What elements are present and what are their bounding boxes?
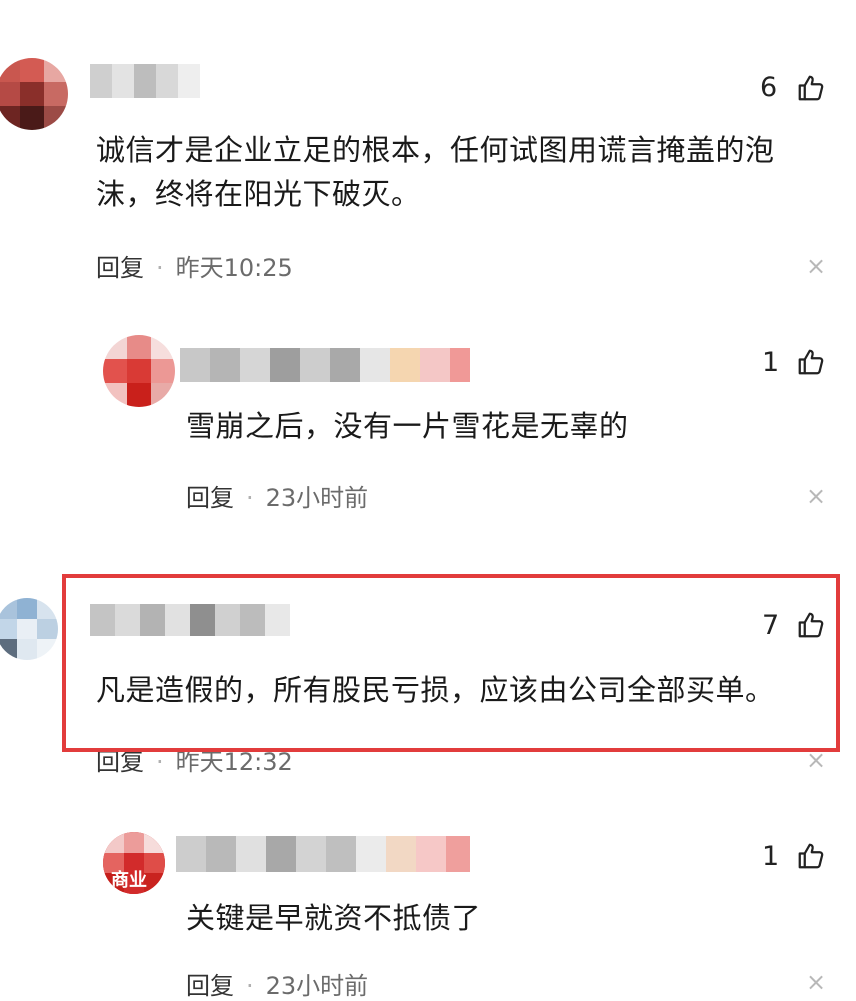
user-avatar[interactable] — [0, 598, 58, 660]
comment-meta: 回复 · 23小时前 — [186, 966, 368, 1001]
separator: · — [156, 254, 164, 282]
thumbs-up-icon[interactable] — [796, 841, 826, 871]
reply-button[interactable]: 回复 — [186, 972, 234, 1000]
user-avatar[interactable] — [0, 58, 68, 130]
reply-button[interactable]: 回复 — [186, 484, 234, 512]
comment-meta: 回复 · 昨天10:25 — [96, 248, 293, 283]
reply-button[interactable]: 回复 — [96, 254, 144, 282]
highlight-box — [62, 574, 840, 752]
thumbs-up-icon[interactable] — [796, 73, 826, 103]
timestamp: 23小时前 — [265, 972, 369, 1000]
comment-text: 雪崩之后，没有一片雪花是无辜的 — [186, 409, 629, 443]
like-count: 1 — [762, 347, 780, 378]
username-blurred[interactable] — [90, 64, 200, 98]
separator: · — [246, 972, 254, 1000]
like-count: 1 — [762, 841, 780, 872]
username-blurred[interactable] — [180, 348, 470, 382]
reply-button[interactable]: 回复 — [96, 748, 144, 776]
comment-text: 关键是早就资不抵债了 — [186, 901, 482, 935]
avatar-text: 商业 — [111, 870, 147, 891]
close-icon[interactable]: × — [806, 968, 826, 996]
comment-meta: 回复 · 23小时前 — [186, 478, 368, 513]
user-avatar[interactable] — [103, 335, 175, 407]
timestamp: 昨天12:32 — [175, 748, 293, 776]
username-blurred[interactable] — [176, 836, 470, 872]
timestamp: 昨天10:25 — [175, 254, 293, 282]
timestamp: 23小时前 — [265, 484, 369, 512]
comment-text: 诚信才是企业立足的根本，任何试图用谎言掩盖的泡 沫，终将在阳光下破灭。 — [96, 133, 775, 211]
thumbs-up-icon[interactable] — [796, 347, 826, 377]
like-count: 6 — [760, 72, 778, 103]
close-icon[interactable]: × — [806, 252, 826, 280]
separator: · — [246, 484, 254, 512]
user-avatar[interactable]: 商业 — [103, 832, 165, 894]
close-icon[interactable]: × — [806, 482, 826, 510]
separator: · — [156, 748, 164, 776]
